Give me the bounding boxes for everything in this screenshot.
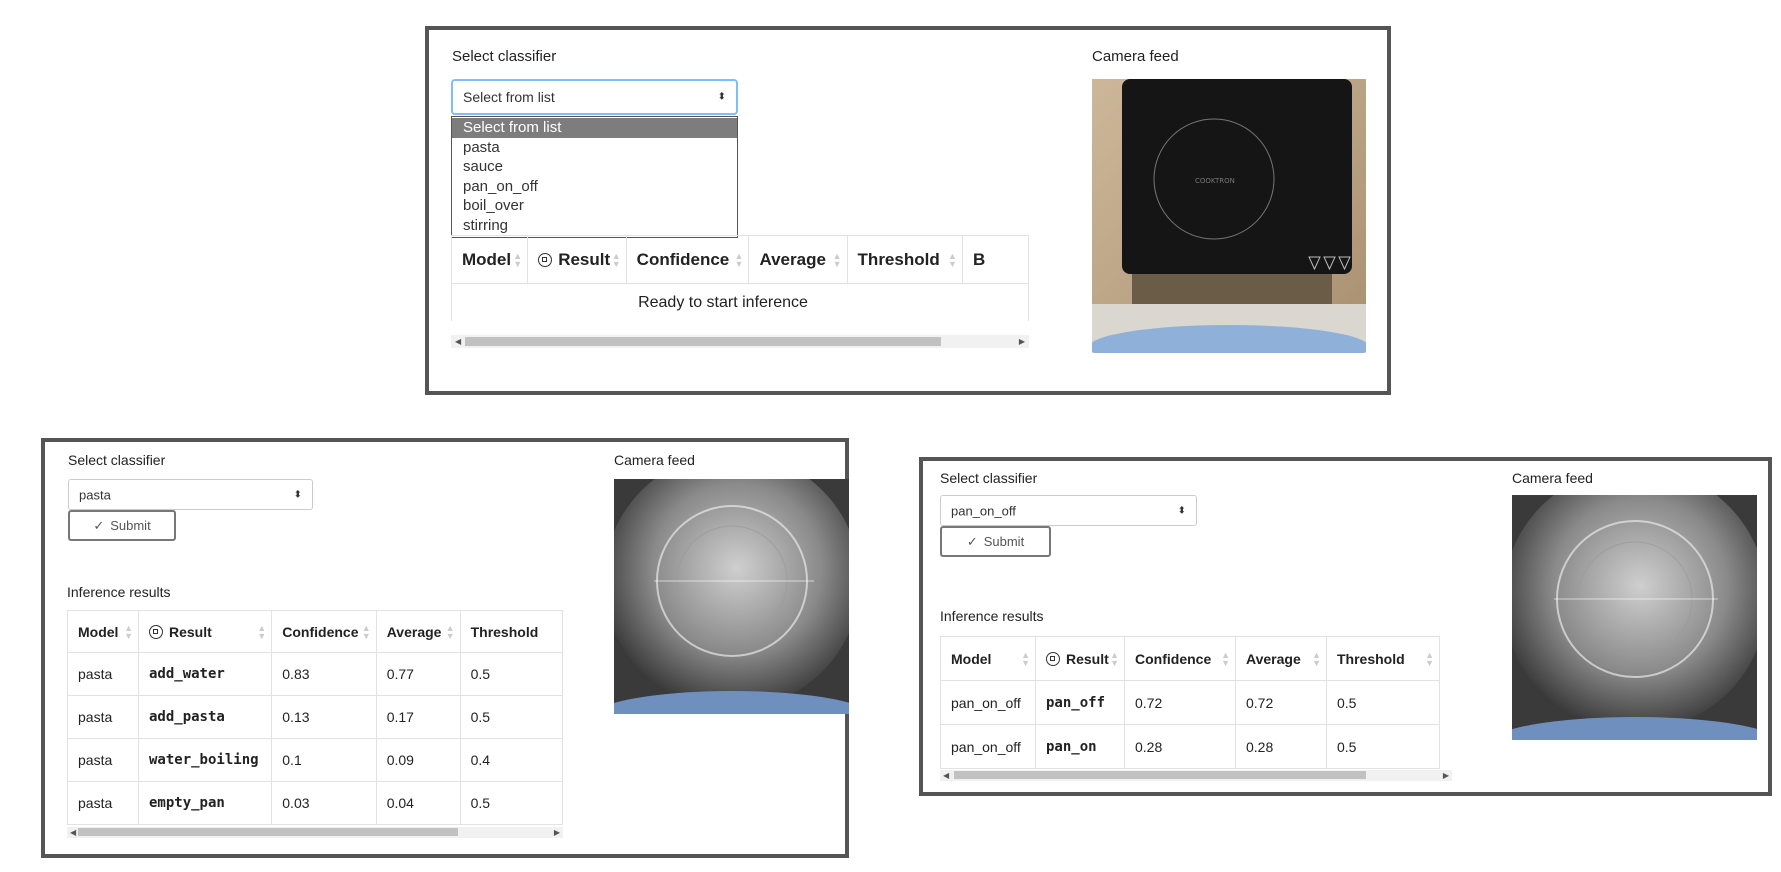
table-row: pasta add_water 0.83 0.77 0.5 (67, 652, 563, 696)
table-row: pan_on_off pan_on 0.28 0.28 0.5 (940, 724, 1440, 769)
header-confidence[interactable]: Confidence ▲ ▼ (1124, 636, 1236, 681)
chip-icon (1046, 651, 1060, 666)
select-classifier-label: Select classifier (452, 48, 557, 65)
classifier-select-value: pasta (79, 487, 111, 502)
results-table: Model ▲ ▼ Result ▲ ▼ Confidence ▲ ▼ Average ▲ ▼ … (940, 636, 1440, 769)
camera-feed-label: Camera feed (1512, 470, 1593, 486)
dropdown-option[interactable]: Select from list (452, 118, 737, 138)
camera-feed-image: COOKTRON (1092, 79, 1366, 353)
results-table: Model ▲ ▼ Result ▲ ▼ Confidence ▲ ▼ Average ▲ ▼ … (451, 235, 1029, 321)
classifier-select-value: pan_on_off (951, 503, 1016, 518)
sort-arrows-icon: ▲ ▼ (734, 250, 744, 269)
scroll-right-icon[interactable]: ▶ (1019, 335, 1025, 348)
select-classifier-label: Select classifier (940, 470, 1038, 486)
scrollbar-thumb[interactable] (465, 337, 941, 346)
sort-arrows-icon: ▲ ▼ (611, 250, 621, 269)
inference-results-label: Inference results (67, 584, 171, 600)
updown-caret-icon: ⬍ (717, 91, 726, 103)
results-table-wrapper: Model ▲ ▼ Result ▲ ▼ Confidence ▲ ▼ Average ▲ ▼ … (67, 610, 563, 832)
header-b[interactable]: B (961, 235, 1029, 284)
header-result[interactable]: Result ▲ ▼ (137, 610, 273, 653)
submit-button[interactable]: ✓ Submit (68, 510, 176, 541)
dropdown-option[interactable]: stirring (452, 216, 737, 236)
camera-pot-image (614, 479, 849, 714)
sort-arrows-icon: ▲ ▼ (832, 250, 842, 269)
header-average[interactable]: Average ▲ ▼ (375, 610, 461, 653)
sort-arrows-icon: ▲ ▼ (1110, 649, 1119, 668)
sort-arrows-icon: ▲ ▼ (1425, 649, 1434, 668)
results-table-wrapper: Model ▲ ▼ Result ▲ ▼ Confidence ▲ ▼ Average ▲ ▼ … (940, 636, 1452, 771)
chip-icon (148, 624, 163, 639)
table-row: pasta add_pasta 0.13 0.17 0.5 (67, 695, 563, 739)
sort-arrows-icon: ▲ ▼ (257, 622, 267, 641)
top-panel: Select classifier Select from list ⬍ Sel… (425, 26, 1391, 395)
header-confidence[interactable]: Confidence ▲ ▼ (271, 610, 377, 653)
sort-arrows-icon: ▲ ▼ (361, 622, 371, 641)
status-message: Ready to start inference (451, 283, 1029, 321)
checkmark-icon: ✓ (966, 533, 978, 549)
camera-pot-image (1512, 495, 1757, 740)
updown-caret-icon: ⬍ (1177, 505, 1186, 516)
classifier-select[interactable]: pan_on_off ⬍ (940, 495, 1197, 526)
classifier-dropdown-list: Select from list pasta sauce pan_on_off … (451, 116, 738, 238)
scrollbar-thumb[interactable] (954, 771, 1366, 779)
header-threshold[interactable]: Threshold (459, 610, 563, 653)
table-row: pasta empty_pan 0.03 0.04 0.5 (67, 781, 563, 825)
header-confidence[interactable]: Confidence ▲ ▼ (625, 235, 750, 284)
sort-arrows-icon: ▲ ▼ (124, 622, 133, 641)
sort-arrows-icon: ▲ ▼ (445, 622, 455, 641)
results-table-wrapper: Model ▲ ▼ Result ▲ ▼ Confidence ▲ ▼ Average ▲ ▼ … (451, 235, 1029, 321)
sort-arrows-icon: ▲ ▼ (1021, 649, 1030, 668)
header-average[interactable]: Average ▲ ▼ (1235, 636, 1327, 681)
sort-arrows-icon: ▲ ▼ (1312, 649, 1321, 668)
header-model[interactable]: Model ▲ ▼ (451, 235, 529, 284)
camera-feed-label: Camera feed (1092, 48, 1179, 65)
dropdown-option[interactable]: sauce (452, 157, 737, 177)
table-row: pasta water_boiling 0.1 0.09 0.4 (67, 738, 563, 782)
camera-cooktop-image: COOKTRON (1092, 79, 1366, 353)
inference-results-label: Inference results (940, 608, 1044, 624)
camera-feed-image (1512, 495, 1757, 740)
camera-feed-label: Camera feed (614, 452, 695, 468)
header-threshold[interactable]: Threshold ▲ ▼ (846, 235, 963, 284)
chip-icon (538, 252, 553, 267)
scroll-right-icon[interactable]: ▶ (554, 827, 560, 838)
sort-arrows-icon: ▲ ▼ (948, 250, 957, 269)
scroll-left-icon[interactable]: ◀ (943, 770, 949, 781)
classifier-select-value: Select from list (463, 89, 555, 105)
bottom-left-panel: Select classifier pasta ⬍ ✓ Submit Infer… (41, 438, 849, 858)
scroll-left-icon[interactable]: ◀ (70, 827, 76, 838)
scrollbar-thumb[interactable] (78, 828, 458, 836)
submit-button[interactable]: ✓ Submit (940, 526, 1051, 557)
classifier-select[interactable]: pasta ⬍ (68, 479, 313, 510)
dropdown-option[interactable]: pan_on_off (452, 177, 737, 197)
table-row: pan_on_off pan_off 0.72 0.72 0.5 (940, 680, 1440, 725)
header-result[interactable]: Result ▲ ▼ (527, 235, 627, 284)
svg-text:COOKTRON: COOKTRON (1195, 177, 1235, 185)
updown-caret-icon: ⬍ (293, 489, 302, 500)
select-classifier-label: Select classifier (68, 452, 166, 468)
horizontal-scrollbar[interactable]: ◀ ▶ (451, 335, 1029, 348)
results-table: Model ▲ ▼ Result ▲ ▼ Confidence ▲ ▼ Average ▲ ▼ … (67, 610, 563, 825)
checkmark-icon: ✓ (93, 517, 105, 533)
dropdown-option[interactable]: pasta (452, 138, 737, 158)
sort-arrows-icon: ▲ ▼ (1221, 649, 1230, 668)
sort-arrows-icon: ▲ ▼ (513, 250, 523, 269)
bottom-right-panel: Select classifier pan_on_off ⬍ ✓ Submit … (919, 457, 1772, 796)
dropdown-option[interactable]: boil_over (452, 196, 737, 216)
header-model[interactable]: Model ▲ ▼ (940, 636, 1036, 681)
header-average[interactable]: Average ▲ ▼ (748, 235, 848, 284)
horizontal-scrollbar[interactable]: ◀ ▶ (940, 770, 1452, 781)
scroll-right-icon[interactable]: ▶ (1443, 770, 1449, 781)
header-threshold[interactable]: Threshold ▲ ▼ (1326, 636, 1440, 681)
scroll-left-icon[interactable]: ◀ (455, 335, 461, 348)
camera-feed-image (614, 479, 849, 714)
header-model[interactable]: Model ▲ ▼ (67, 610, 139, 653)
classifier-select[interactable]: Select from list ⬍ (451, 79, 738, 115)
header-result[interactable]: Result ▲ ▼ (1035, 636, 1125, 681)
horizontal-scrollbar[interactable]: ◀ ▶ (67, 827, 563, 838)
